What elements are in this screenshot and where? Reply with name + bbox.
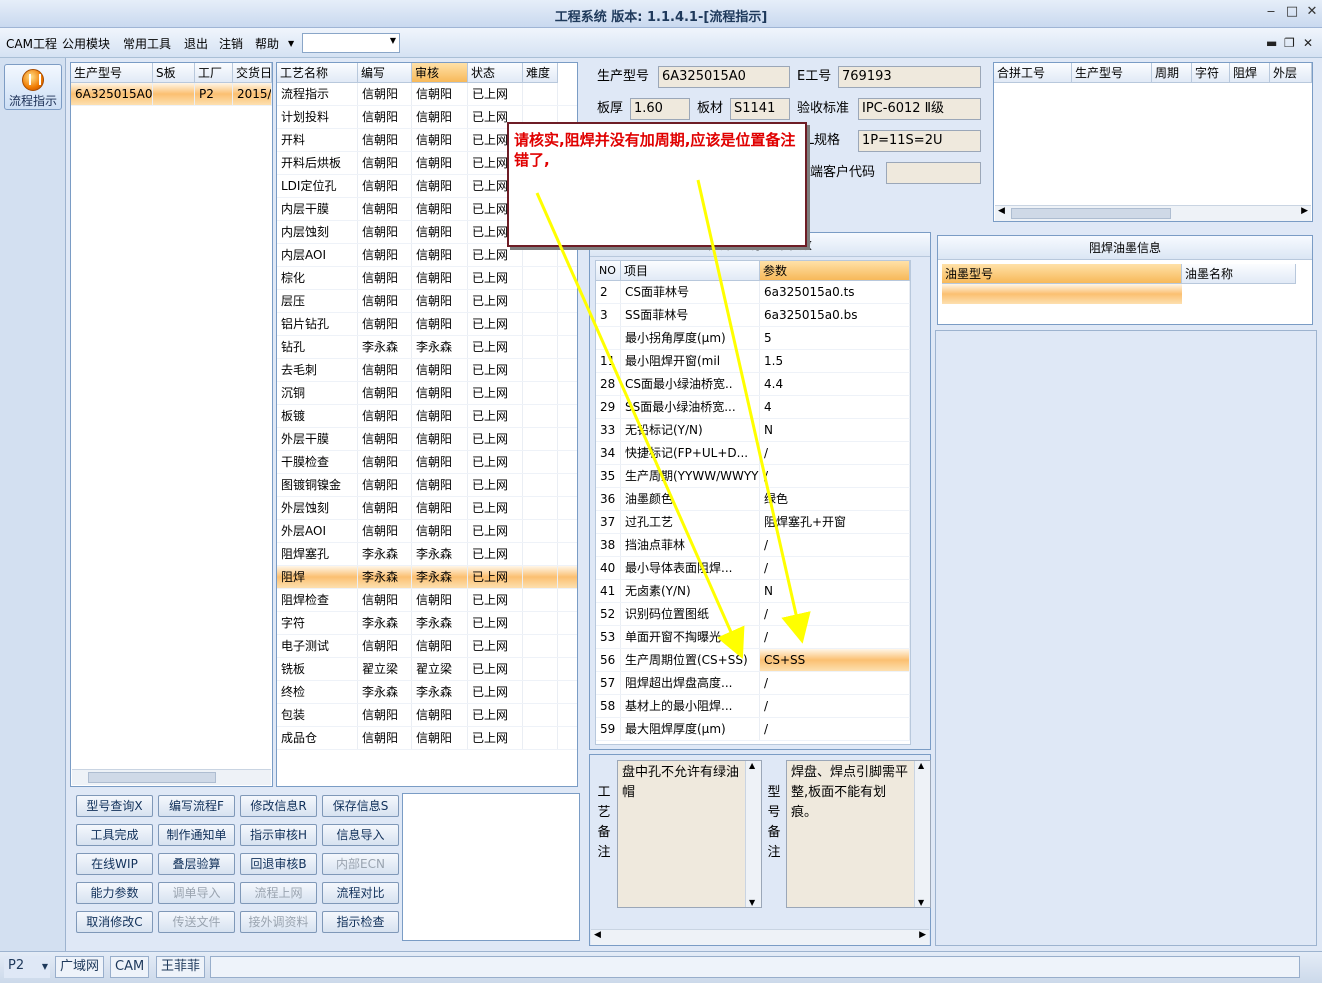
user-status: 王菲菲	[156, 956, 206, 978]
arrow-to-cs-ss	[696, 179, 811, 644]
factory-value: P2	[8, 958, 25, 973]
factory-select[interactable]: P2 ▼	[4, 956, 50, 978]
status-bar: P2 ▼ 广域网 CAM 王菲菲	[0, 951, 1322, 983]
module-status: CAM	[110, 956, 150, 978]
chevron-down-icon: ▼	[41, 962, 48, 971]
network-status: 广域网	[55, 956, 105, 978]
status-message	[210, 956, 1300, 978]
annotation-arrows	[535, 179, 811, 659]
arrow-to-position-note	[535, 192, 745, 659]
